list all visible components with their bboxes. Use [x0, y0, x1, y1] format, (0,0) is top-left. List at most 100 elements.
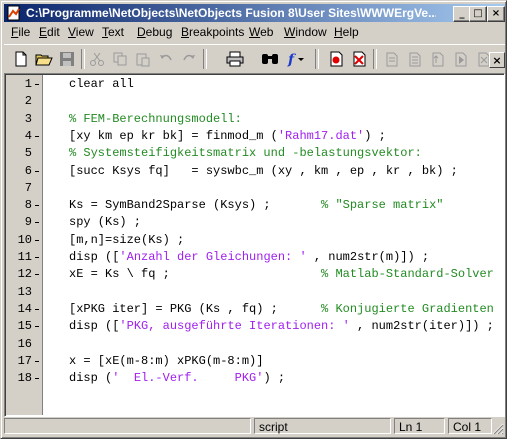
undo-icon — [160, 54, 172, 61]
code-line[interactable]: disp (['PKG, ausgeführte Iterationen: ' … — [69, 318, 494, 334]
breakpoint-dash[interactable] — [35, 257, 39, 258]
line-number: 5 — [24, 146, 32, 161]
matlab-editor-icon — [7, 5, 20, 21]
breakpoint-dash[interactable] — [35, 222, 39, 224]
undo-button[interactable] — [155, 49, 177, 69]
line-number-gutter[interactable]: 1 2 3 4 5 6 7 8 9 10 11 12 13 14 15 16 17 18 — [6, 75, 43, 415]
svg-text:f: f — [287, 52, 297, 67]
new-file-button[interactable] — [10, 49, 32, 69]
line-number: 11 — [17, 250, 32, 264]
menu-label: reakpoints — [189, 25, 245, 39]
code-line[interactable]: x = [xE(m-8:m) xPKG(m-8:m)] — [69, 353, 263, 369]
line-number: 12 — [17, 267, 32, 282]
redo-icon — [183, 54, 195, 61]
line-number: 1 — [24, 77, 32, 91]
menu-text[interactable]: Text — [102, 25, 124, 40]
paste-button[interactable] — [132, 49, 154, 69]
code-line[interactable]: clear all — [69, 76, 134, 92]
open-button[interactable] — [33, 49, 55, 69]
menu-label: eb — [260, 25, 274, 39]
line-number: 17 — [17, 353, 32, 368]
close-button[interactable]: × — [487, 6, 505, 22]
maximize-button[interactable]: □ — [469, 6, 487, 22]
open-folder-icon — [35, 54, 53, 66]
menu-mnemonic: W — [249, 25, 261, 39]
dock-close-button[interactable]: × — [489, 52, 505, 68]
clear-breakpoint-button[interactable] — [348, 49, 370, 69]
code-line[interactable]: [succ Ksys fq] = syswbc_m (xy , km , ep … — [69, 163, 458, 179]
breakpoint-dash[interactable] — [35, 205, 39, 207]
code-text: ) ; — [263, 371, 286, 386]
breakpoint-dash[interactable] — [35, 274, 39, 276]
breakpoint-dash[interactable] — [35, 360, 39, 362]
title-bar[interactable]: C:\Programme\NetObjects\NetObjects Fusio… — [4, 4, 505, 22]
set-breakpoint-button[interactable] — [325, 49, 347, 69]
line-number: 18 — [17, 371, 32, 386]
line-number: 13 — [17, 284, 32, 299]
status-message-panel — [4, 418, 251, 434]
menu-web[interactable]: Web — [249, 25, 273, 40]
code-text: [xPKG iter] = PKG (Ks , fq) ; — [69, 301, 322, 316]
find-button[interactable] — [259, 49, 281, 69]
code-comment: % Konjugierte Gradienten — [321, 301, 494, 316]
menu-mnemonic: V — [68, 25, 76, 39]
code-line[interactable]: spy (Ks) ; — [69, 214, 141, 230]
menu-debug[interactable]: Debug — [137, 25, 172, 40]
redo-button[interactable] — [178, 49, 200, 69]
step-in-button[interactable] — [381, 49, 403, 69]
copy-button[interactable] — [109, 49, 131, 69]
code-text: disp ( — [69, 371, 113, 386]
code-line[interactable]: [xPKG iter] = PKG (Ks , fq) ; % Konjugie… — [69, 301, 494, 317]
menu-bar: File Edit View Text Debug Breakpoints Web Windo… — [4, 23, 505, 42]
menu-file[interactable]: File — [11, 25, 30, 40]
menu-mnemonic: E — [39, 25, 48, 39]
code-string: ' El.-Verf. PKG' — [112, 371, 264, 386]
step-button[interactable] — [404, 49, 426, 69]
line-number: 15 — [17, 319, 32, 334]
breakpoint-dash[interactable] — [35, 326, 39, 328]
resize-grip-icon[interactable] — [492, 423, 504, 435]
code-line[interactable]: xE = Ks \ fq ; % Matlab-Standard-Solver — [69, 266, 494, 282]
breakpoint-dash[interactable] — [35, 378, 39, 380]
menu-edit[interactable]: Edit — [39, 25, 60, 40]
menu-label: ext — [108, 25, 125, 39]
code-line[interactable]: [xy km ep kr bk] = finmod_m ('Rahm17.dat… — [69, 128, 386, 144]
breakpoint-dash[interactable] — [35, 308, 39, 310]
breakpoint-dash[interactable] — [35, 135, 39, 137]
step-out-button[interactable] — [427, 49, 449, 69]
menu-breakpoints[interactable]: Breakpoints — [181, 25, 244, 40]
menu-window[interactable]: Window — [284, 25, 327, 40]
code-line[interactable]: disp (' El.-Verf. PKG') ; — [69, 370, 285, 386]
code-line[interactable]: [m,n]=size(Ks) ; — [69, 232, 184, 248]
code-line[interactable]: disp (['Anzahl der Gleichungen: ' , num2… — [69, 249, 429, 265]
step-out-icon — [432, 52, 444, 67]
step-in-icon — [386, 52, 398, 67]
menu-mnemonic: B — [181, 25, 190, 39]
status-mode: script — [254, 418, 391, 434]
menu-view[interactable]: View — [68, 25, 94, 40]
window-title: C:\Programme\NetObjects\NetObjects Fusio… — [26, 6, 436, 20]
code-line[interactable]: % Systemsteifigkeitsmatrix und -belastun… — [69, 145, 422, 161]
cut-button[interactable] — [86, 49, 108, 69]
toolbar-separator — [315, 49, 319, 69]
line-number: 2 — [24, 94, 32, 109]
code-editor[interactable]: 1 2 3 4 5 6 7 8 9 10 11 12 13 14 15 16 17 18 clear all% F… — [4, 73, 505, 417]
code-line[interactable]: Ks = SymBand2Sparse (Ksys) ; % "Sparse m… — [69, 197, 443, 213]
code-comment: % "Sparse matrix" — [321, 198, 444, 213]
toolbar-separator — [203, 49, 207, 69]
breakpoint-dash[interactable] — [35, 170, 39, 172]
menu-help[interactable]: Help — [334, 25, 359, 40]
status-line: Ln 1 — [394, 418, 445, 434]
code-text: [succ Ksys fq] = syswbc_m (xy , km , ep … — [69, 163, 458, 178]
function-button[interactable]: f — [285, 49, 307, 69]
continue-button[interactable] — [450, 49, 472, 69]
code-line[interactable]: % FEM-Berechnungsmodell: — [69, 111, 242, 127]
breakpoint-dash[interactable] — [35, 84, 39, 85]
code-text: x = [xE(m-8:m) xPKG(m-8:m)] — [69, 353, 264, 368]
save-button[interactable] — [56, 49, 78, 69]
line-number: 16 — [17, 336, 32, 351]
breakpoint-dash[interactable] — [35, 239, 39, 241]
line-number: 3 — [24, 111, 32, 126]
print-button[interactable] — [224, 49, 246, 69]
line-number: 7 — [24, 180, 32, 195]
